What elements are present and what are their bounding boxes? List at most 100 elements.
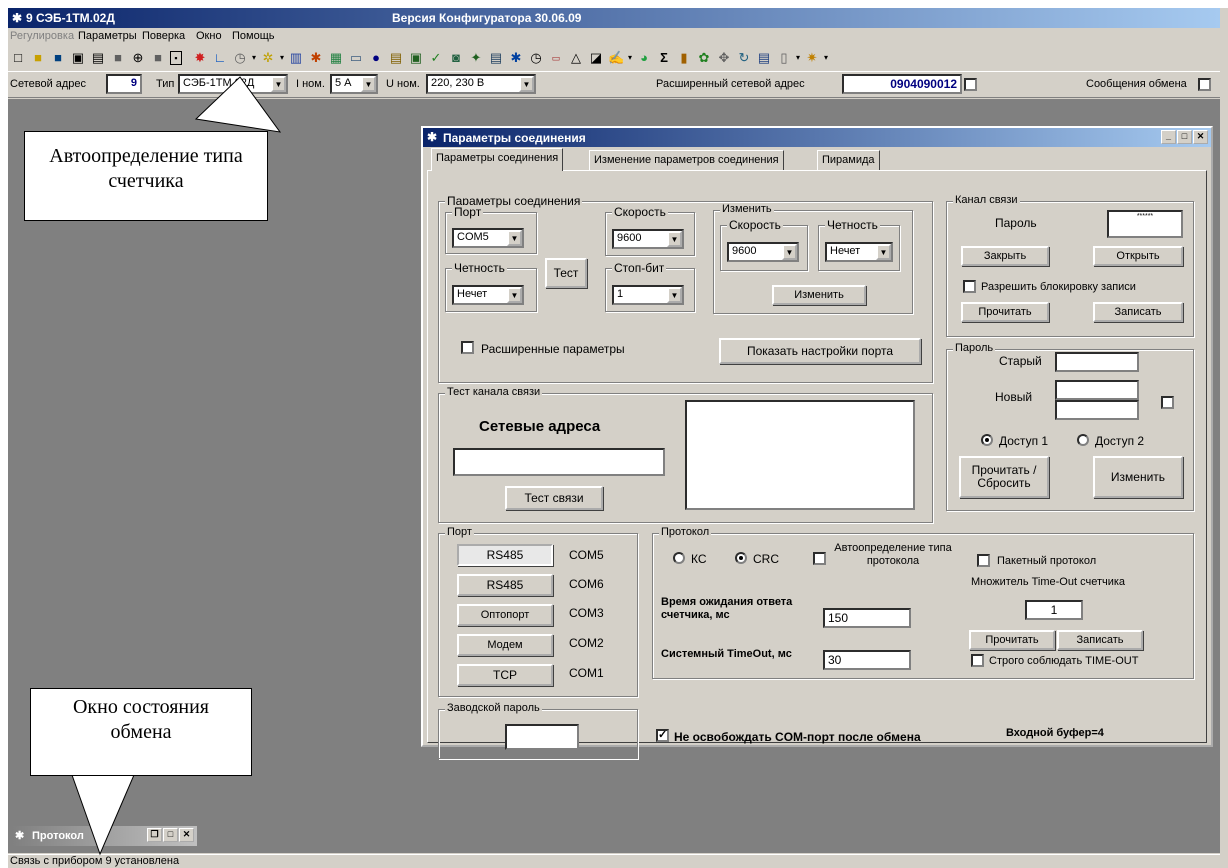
tcp-button[interactable]: TCP (457, 664, 553, 686)
tool-icon[interactable]: ◕ (636, 50, 652, 66)
stopbit-select[interactable]: 1 ▼ (612, 285, 684, 305)
chart-icon[interactable]: ∟ (212, 50, 228, 66)
tool-icon[interactable]: ↻ (736, 50, 752, 66)
extended-params-checkbox[interactable] (461, 341, 474, 354)
extended-address-checkbox[interactable] (964, 78, 977, 91)
check-icon[interactable]: ✓ (428, 50, 444, 66)
tool-icon[interactable]: ■ (150, 50, 166, 66)
triangle-icon[interactable]: △ (568, 50, 584, 66)
chevron-down-icon[interactable]: ▼ (519, 76, 534, 92)
inom-select[interactable]: 5 А ▼ (330, 74, 378, 94)
new-file-icon[interactable]: □ (10, 50, 26, 66)
port-select[interactable]: COM5 ▼ (452, 228, 524, 248)
chevron-down-icon[interactable]: ▼ (507, 230, 522, 246)
timer-icon[interactable]: ◷ (528, 50, 544, 66)
tool-icon[interactable]: ⊕ (130, 50, 146, 66)
tool-icon[interactable]: ▭ (548, 50, 564, 66)
new-password-confirm-field[interactable] (1055, 400, 1139, 420)
rs485-com5-button[interactable]: RS485 (457, 544, 553, 566)
close-icon[interactable]: ✕ (179, 828, 194, 842)
new-password-field[interactable] (1055, 380, 1139, 400)
tool-icon[interactable]: ✸ (192, 50, 208, 66)
no-release-port-checkbox[interactable]: ✓ (656, 729, 669, 742)
change-parity-select[interactable]: Нечет ▼ (825, 242, 893, 262)
tool-icon[interactable]: ✦ (468, 50, 484, 66)
minimize-icon[interactable]: _ (1161, 130, 1176, 144)
tab-pyramid[interactable]: Пирамида (817, 150, 880, 170)
chevron-down-icon[interactable]: ▼ (667, 287, 682, 303)
multiplier-field[interactable]: 1 (1025, 600, 1083, 620)
tool-icon[interactable]: ◪ (588, 50, 604, 66)
chevron-down-icon[interactable]: ▼ (507, 287, 522, 303)
tool-icon[interactable]: ▣ (408, 50, 424, 66)
menu-regulation[interactable]: Регулировка (10, 30, 74, 42)
tool-icon[interactable]: ✿ (696, 50, 712, 66)
tab-connection-params[interactable]: Параметры соединения (431, 148, 564, 171)
protocol-kc-radio[interactable] (673, 552, 685, 564)
chevron-down-icon[interactable]: ▼ (876, 244, 891, 260)
maximize-icon[interactable]: □ (1177, 130, 1192, 144)
optoport-button[interactable]: Оптопорт (457, 604, 553, 626)
maximize-icon[interactable]: □ (163, 828, 178, 842)
read-reset-button[interactable]: Прочитать / Сбросить (959, 456, 1049, 498)
window-icon[interactable]: ▭ (348, 50, 364, 66)
channel-password-field[interactable]: ****** (1107, 210, 1183, 238)
chevron-down-icon[interactable]: ▼ (667, 231, 682, 247)
test-connection-button[interactable]: Тест связи (505, 486, 603, 510)
change-button[interactable]: Изменить (772, 285, 866, 305)
protocol-write-button[interactable]: Записать (1057, 630, 1143, 650)
test-log-area[interactable] (685, 400, 915, 510)
tool-icon[interactable]: ▤ (756, 50, 772, 66)
modem-button[interactable]: Модем (457, 634, 553, 656)
book-icon[interactable]: ▤ (388, 50, 404, 66)
network-address-field[interactable]: 9 (106, 74, 142, 94)
packet-protocol-checkbox[interactable] (977, 554, 990, 567)
allow-lock-checkbox[interactable] (963, 280, 976, 293)
tool-icon[interactable]: ▦ (328, 50, 344, 66)
chevron-down-icon[interactable]: ▾ (818, 50, 834, 66)
open-channel-button[interactable]: Открыть (1093, 246, 1183, 266)
old-password-field[interactable] (1055, 352, 1139, 372)
exchange-messages-checkbox[interactable] (1198, 78, 1211, 91)
tab-change-connection-params[interactable]: Изменение параметров соединения (589, 150, 784, 170)
wait-time-field[interactable]: 150 (823, 608, 911, 628)
chevron-down-icon[interactable]: ▼ (361, 76, 376, 92)
save-all-icon[interactable]: ▣ (70, 50, 86, 66)
chevron-down-icon[interactable]: ▼ (782, 244, 797, 260)
protocol-read-button[interactable]: Прочитать (969, 630, 1055, 650)
tool-icon[interactable]: ✥ (716, 50, 732, 66)
rs485-com6-button[interactable]: RS485 (457, 574, 553, 596)
system-timeout-field[interactable]: 30 (823, 650, 911, 670)
print-icon[interactable]: ▤ (90, 50, 106, 66)
chevron-down-icon[interactable]: ▼ (271, 76, 286, 92)
tool-icon[interactable]: ▮ (676, 50, 692, 66)
info-icon[interactable]: ● (368, 50, 384, 66)
menu-verification[interactable]: Поверка (142, 30, 185, 42)
bar-chart-icon[interactable]: ▥ (288, 50, 304, 66)
tool-icon[interactable]: ✱ (508, 50, 524, 66)
menu-help[interactable]: Помощь (232, 30, 275, 42)
sigma-icon[interactable]: Σ (656, 50, 672, 66)
unom-select[interactable]: 220, 230 В ▼ (426, 74, 536, 94)
tool-icon[interactable]: ✱ (308, 50, 324, 66)
tool-icon[interactable]: ▤ (488, 50, 504, 66)
tool-icon[interactable]: ■ (110, 50, 126, 66)
auto-protocol-checkbox[interactable] (813, 552, 826, 565)
meter-autodetect-icon[interactable]: ▪ (170, 51, 182, 65)
parity-select[interactable]: Нечет ▼ (452, 285, 524, 305)
extended-address-field[interactable]: 0904090012 (842, 74, 962, 94)
access1-radio[interactable] (981, 434, 993, 446)
restore-icon[interactable]: ❐ (147, 828, 162, 842)
tool-icon[interactable]: ◙ (448, 50, 464, 66)
menu-parameters[interactable]: Параметры (78, 30, 137, 42)
save-icon[interactable]: ■ (50, 50, 66, 66)
access2-radio[interactable] (1077, 434, 1089, 446)
close-channel-button[interactable]: Закрыть (961, 246, 1049, 266)
speed-select[interactable]: 9600 ▼ (612, 229, 684, 249)
show-port-settings-button[interactable]: Показать настройки порта (719, 338, 921, 364)
change-speed-select[interactable]: 9600 ▼ (727, 242, 799, 262)
channel-read-button[interactable]: Прочитать (961, 302, 1049, 322)
test-button[interactable]: Тест (545, 258, 587, 288)
channel-write-button[interactable]: Записать (1093, 302, 1183, 322)
type-select[interactable]: СЭБ-1ТМ.02Д ▼ (178, 74, 288, 94)
